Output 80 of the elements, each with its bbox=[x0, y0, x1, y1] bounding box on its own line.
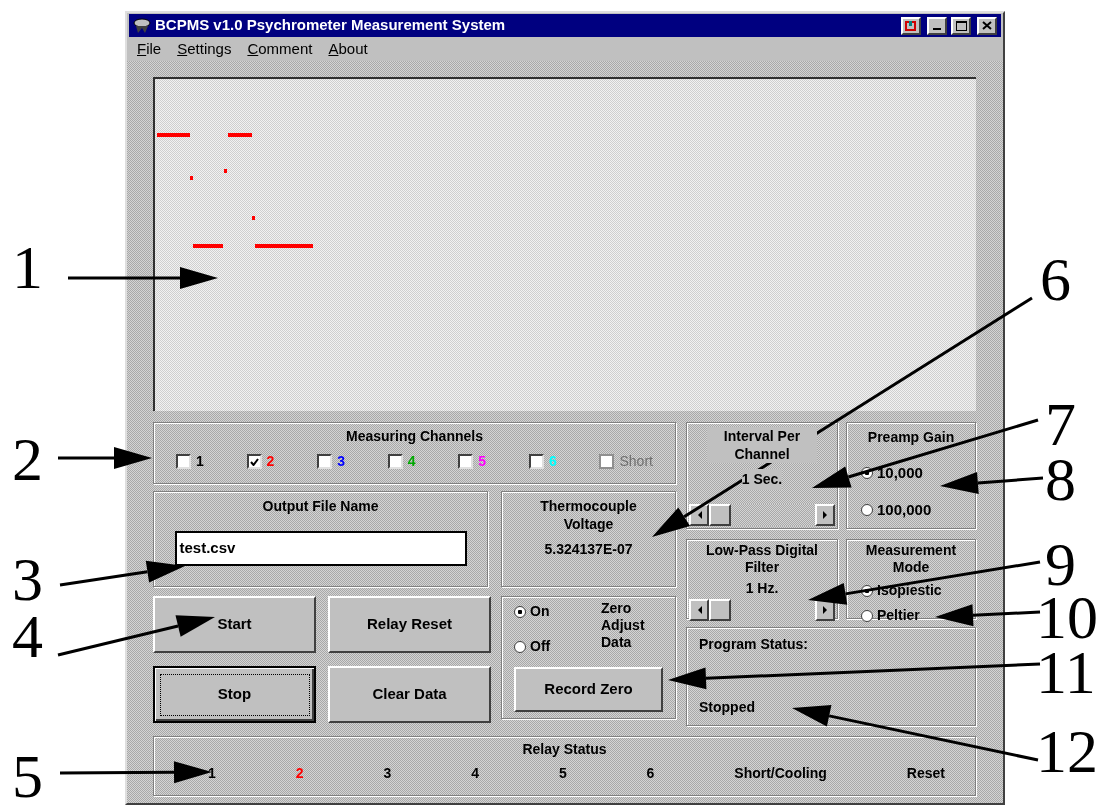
checkbox[interactable] bbox=[387, 454, 403, 469]
callout-number: 6 bbox=[1040, 248, 1071, 310]
relay-label: 2 bbox=[295, 764, 304, 783]
command-button[interactable]: Stop bbox=[153, 666, 316, 723]
group-title: Measurement Mode bbox=[864, 542, 958, 576]
scroll-right-button[interactable] bbox=[815, 504, 835, 526]
checkbox[interactable] bbox=[246, 454, 262, 469]
close-button[interactable] bbox=[977, 16, 997, 35]
maximize-icon bbox=[955, 20, 967, 31]
scroll-left-button[interactable] bbox=[689, 599, 709, 621]
menu-item[interactable]: Settings bbox=[177, 37, 232, 61]
zero-adjust-label: Zero Adjust Data bbox=[601, 600, 646, 652]
radio-button[interactable] bbox=[861, 503, 873, 516]
radio-label: Isopiestic bbox=[877, 581, 942, 600]
callout-number: 1 bbox=[12, 236, 43, 298]
menu-item[interactable]: Comment bbox=[247, 37, 313, 61]
radio-button[interactable] bbox=[514, 640, 526, 653]
menu-item[interactable]: About bbox=[328, 37, 368, 61]
checkbox[interactable] bbox=[528, 454, 544, 469]
relay-label: 3 bbox=[383, 764, 392, 783]
channel-label: 5 bbox=[478, 452, 487, 471]
status-value: Stopped bbox=[699, 698, 756, 717]
record-zero-button[interactable]: Record Zero bbox=[514, 667, 663, 712]
channel-label: 2 bbox=[266, 452, 275, 471]
relay-label: 1 bbox=[208, 764, 216, 783]
scroll-thumb[interactable] bbox=[709, 504, 731, 526]
voltage-reading: 5.324137E-07 bbox=[544, 540, 633, 559]
callout-number: 12 bbox=[1036, 720, 1098, 782]
command-button[interactable]: Start bbox=[153, 596, 316, 653]
right-arrow-icon bbox=[822, 606, 828, 614]
status-title: Program Status: bbox=[699, 635, 809, 654]
interval-reading: 1 Sec. bbox=[741, 469, 783, 490]
checkbox[interactable] bbox=[458, 454, 474, 469]
group-title: Low-Pass Digital Filter bbox=[705, 542, 819, 576]
channel-label: 4 bbox=[407, 452, 416, 471]
frame-icon bbox=[905, 20, 917, 31]
left-arrow-icon bbox=[696, 606, 702, 614]
group-title: Thermocouple Voltage bbox=[539, 497, 638, 533]
radio-button[interactable] bbox=[861, 609, 873, 622]
check-icon bbox=[249, 457, 259, 466]
scroll-thumb[interactable] bbox=[709, 599, 731, 621]
left-arrow-icon bbox=[696, 511, 702, 519]
checkbox[interactable] bbox=[317, 454, 333, 469]
scrollbar-track[interactable] bbox=[689, 504, 835, 526]
radio-label: 10,000 bbox=[877, 463, 923, 483]
minimize-button[interactable] bbox=[927, 16, 947, 35]
channel-label: 6 bbox=[548, 452, 557, 471]
command-button[interactable]: Clear Data bbox=[328, 666, 491, 723]
maximize-button[interactable] bbox=[951, 16, 971, 35]
command-button[interactable]: Relay Reset bbox=[328, 596, 491, 653]
group-title: Interval Per Channel bbox=[707, 427, 817, 463]
app-icon bbox=[133, 17, 151, 34]
callout-number: 5 bbox=[12, 745, 43, 807]
radio-label: Peltier bbox=[877, 606, 920, 625]
group-title: Relay Status bbox=[522, 740, 607, 759]
relay-label: Short/Cooling bbox=[734, 764, 827, 783]
menu-item[interactable]: File bbox=[137, 37, 162, 61]
right-arrow-icon bbox=[822, 511, 828, 519]
relay-label: 6 bbox=[646, 764, 655, 783]
channel-label: 3 bbox=[337, 452, 345, 471]
group-title: Preamp Gain bbox=[867, 428, 955, 447]
radio-label: Off bbox=[530, 637, 551, 656]
radio-label: 100,000 bbox=[877, 499, 932, 520]
relay-label: 5 bbox=[558, 764, 567, 783]
relay-label: 4 bbox=[471, 764, 479, 783]
radio-button[interactable] bbox=[514, 605, 526, 618]
channel-label: 1 bbox=[196, 452, 204, 471]
group-title: Measuring Channels bbox=[346, 427, 483, 446]
file-name-field[interactable]: test.csv bbox=[174, 531, 467, 566]
radio-label: On bbox=[530, 602, 550, 621]
checkbox[interactable] bbox=[176, 454, 191, 469]
callout-number: 2 bbox=[12, 428, 43, 490]
close-icon bbox=[982, 21, 992, 30]
channel-label: Short bbox=[619, 452, 653, 471]
relay-label: Reset bbox=[906, 764, 945, 783]
extra-caption-button[interactable] bbox=[901, 16, 921, 35]
minimize-icon bbox=[933, 27, 941, 31]
group-title: Output File Name bbox=[262, 497, 379, 516]
filter-reading: 1 Hz. bbox=[744, 579, 780, 598]
window-title: BCPMS v1.0 Psychrometer Measurement System bbox=[155, 15, 506, 36]
